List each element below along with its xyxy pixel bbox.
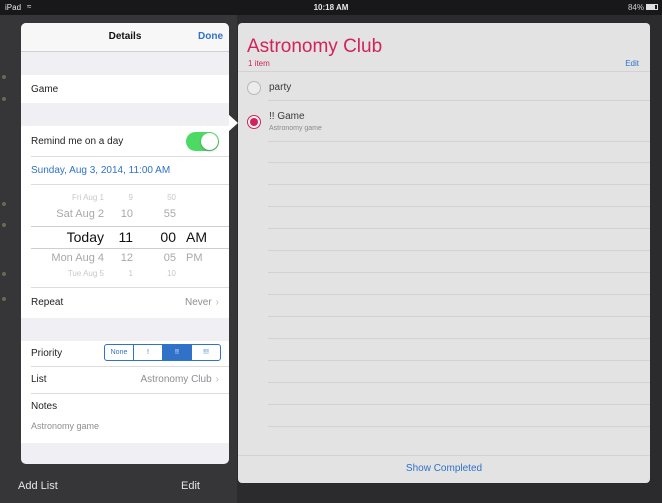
- priority-cell: Priority None ! !! !!!: [21, 341, 229, 366]
- status-time: 10:18 AM: [313, 3, 349, 12]
- priority-low[interactable]: !: [134, 345, 163, 360]
- list-title: Astronomy Club: [247, 36, 383, 57]
- reminder-date: Sunday, Aug 3, 2014, 11:00 AM: [31, 165, 171, 176]
- task-checkbox[interactable]: [247, 81, 261, 95]
- show-completed-button[interactable]: Show Completed: [238, 463, 650, 474]
- priority-none[interactable]: None: [105, 345, 134, 360]
- repeat-cell[interactable]: Repeat Never ›: [21, 287, 229, 318]
- battery-icon: [646, 4, 658, 10]
- list-color-dot: [2, 272, 6, 276]
- chevron-right-icon: ›: [215, 297, 219, 308]
- list-color-dot: [2, 223, 6, 227]
- list-panel: Astronomy Club 1 item Edit party !! Game…: [238, 23, 650, 483]
- task-title: party: [269, 82, 292, 93]
- item-count: 1 item: [248, 59, 270, 68]
- remind-toggle[interactable]: [186, 132, 219, 151]
- sidebar-edit-button[interactable]: Edit: [181, 480, 200, 492]
- list-color-dot: [2, 75, 6, 79]
- done-button[interactable]: Done: [198, 31, 223, 42]
- chevron-right-icon: ›: [215, 374, 219, 385]
- remind-label: Remind me on a day: [31, 136, 124, 147]
- task-name-field[interactable]: Game: [21, 75, 229, 103]
- remind-cell: Remind me on a day: [21, 126, 229, 156]
- priority-label: Priority: [31, 348, 63, 359]
- sidebar-footer: Add List Edit: [0, 473, 237, 501]
- details-popover: Details Done Game Remind me on a day Sun…: [21, 23, 229, 464]
- list-color-dot: [2, 202, 6, 206]
- date-time-picker[interactable]: Fri Aug 1 9 50 Sat Aug 2 10 55 Today 11 …: [21, 184, 229, 287]
- repeat-value: Never ›: [184, 297, 219, 308]
- list-label: List: [31, 374, 47, 385]
- status-bar: iPad ≈ 10:18 AM 84%: [0, 0, 662, 15]
- list-color-dot: [2, 297, 6, 301]
- popover-header: Details Done: [21, 23, 229, 52]
- reminder-date-cell[interactable]: Sunday, Aug 3, 2014, 11:00 AM: [21, 156, 229, 184]
- list-edit-button[interactable]: Edit: [625, 59, 639, 68]
- task-title: !! Game: [269, 111, 305, 122]
- notes-cell[interactable]: Notes Astronomy game: [21, 393, 229, 443]
- popover-arrow: [228, 114, 238, 132]
- add-list-button[interactable]: Add List: [18, 480, 58, 492]
- task-name: Game: [31, 84, 59, 95]
- list-cell[interactable]: List Astronomy Club ›: [21, 366, 229, 393]
- battery-percent: 84%: [627, 3, 644, 12]
- list-color-dot: [2, 97, 6, 101]
- priority-medium[interactable]: !!: [163, 345, 192, 360]
- repeat-label: Repeat: [31, 297, 64, 308]
- task-note: Astronomy game: [269, 125, 322, 132]
- priority-segmented-control[interactable]: None ! !! !!!: [104, 344, 221, 361]
- notes-value: Astronomy game: [31, 421, 100, 431]
- priority-high[interactable]: !!!: [192, 345, 220, 360]
- task-checkbox[interactable]: [247, 115, 261, 129]
- notes-label: Notes: [31, 401, 58, 412]
- list-value: Astronomy Club ›: [140, 374, 219, 385]
